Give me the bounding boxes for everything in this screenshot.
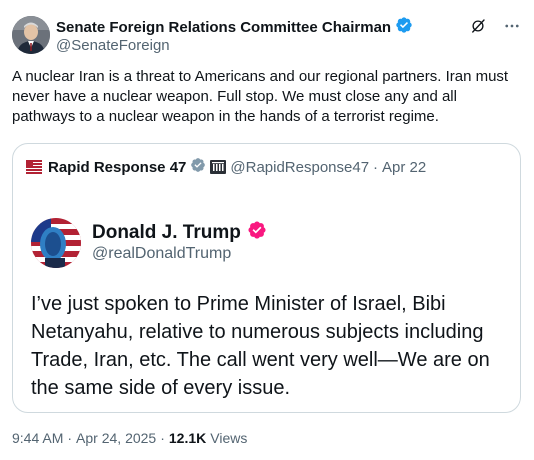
quote-date[interactable]: Apr 22 [382, 159, 426, 176]
author-handle[interactable]: @SenateForeign [56, 36, 170, 56]
embedded-author-name: Donald J. Trump [92, 221, 241, 243]
grok-icon[interactable] [468, 16, 488, 36]
embedded-post-text: I’ve just spoken to Prime Minister of Is… [31, 293, 490, 399]
government-building-icon [210, 160, 227, 174]
separator-dot: · [67, 430, 73, 446]
post-time[interactable]: 9:44 AM [12, 430, 63, 446]
quote-account-handle[interactable]: @RapidResponse47 [230, 159, 369, 176]
views-label: Views [210, 430, 248, 446]
quote-account-avatar[interactable] [24, 157, 44, 177]
verified-badge-icon [395, 16, 413, 39]
post-date[interactable]: Apr 24, 2025 [76, 430, 156, 446]
separator-dot: · [160, 430, 165, 446]
quoted-post-card[interactable]: Rapid Response 47 @RapidResponse47 · Apr… [12, 143, 521, 413]
quoted-post-header: Rapid Response 47 @RapidResponse47 · Apr… [24, 157, 426, 177]
post-header: Senate Foreign Relations Committee Chair… [12, 16, 522, 56]
post-text: A nuclear Iran is a threat to Americans … [12, 68, 509, 125]
gray-verified-badge-icon [190, 157, 206, 178]
separator-dot: · [373, 158, 379, 176]
post-meta: 9:44 AM · Apr 24, 2025 · 12.1K Views [12, 430, 247, 446]
embedded-author-handle: @realDonaldTrump [92, 245, 232, 262]
embedded-author-avatar [31, 218, 81, 268]
pink-verified-badge-icon [247, 220, 267, 245]
author-avatar[interactable] [12, 16, 50, 54]
author-name[interactable]: Senate Foreign Relations Committee Chair… [56, 18, 391, 38]
quote-account-name[interactable]: Rapid Response 47 [48, 159, 186, 176]
more-icon[interactable] [502, 16, 522, 36]
views-count[interactable]: 12.1K [169, 430, 206, 446]
